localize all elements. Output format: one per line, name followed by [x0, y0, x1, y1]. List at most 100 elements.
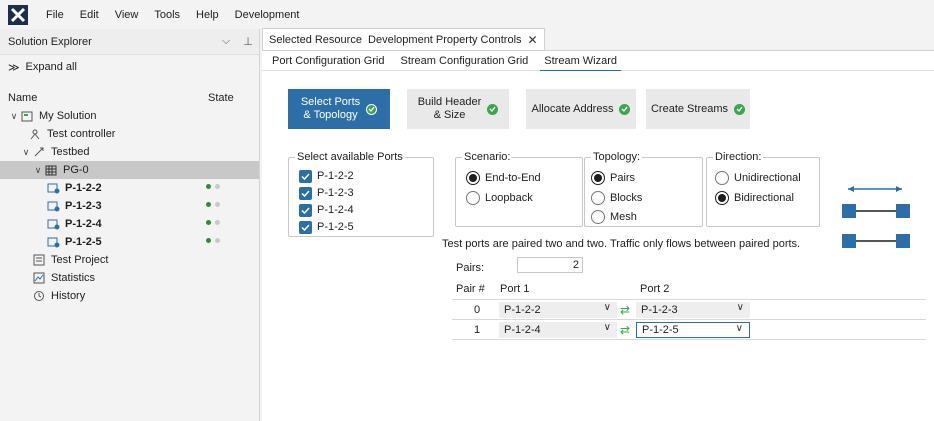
- check-icon: [366, 103, 378, 115]
- available-ports-group: Select available Ports P-1-2-2 P-1-2-3 P…: [288, 151, 434, 237]
- tree-item-label: P-1-2-2: [65, 182, 102, 194]
- tree-item-port[interactable]: P-1-2-3: [0, 197, 259, 215]
- menu-file[interactable]: File: [38, 9, 72, 21]
- state-indicator: [206, 220, 220, 225]
- chevron-down-icon[interactable]: ⌵: [215, 35, 237, 48]
- column-name[interactable]: Name: [8, 92, 208, 104]
- radio-pairs[interactable]: Pairs: [591, 170, 635, 186]
- chevron-down-icon: ∨: [603, 302, 611, 313]
- tab-stream-configuration-grid[interactable]: Stream Configuration Grid: [395, 51, 535, 71]
- tab-stream-wizard[interactable]: Stream Wizard: [538, 51, 623, 72]
- menu-bar: File Edit View Tools Help Development: [0, 0, 934, 29]
- column-state[interactable]: State: [208, 92, 234, 104]
- app-window: File Edit View Tools Help Development So…: [0, 0, 934, 421]
- chevron-down-icon[interactable]: ∨: [20, 147, 32, 158]
- step-create-streams[interactable]: Create Streams: [646, 89, 750, 129]
- chevron-down-icon: ∨: [736, 302, 744, 313]
- port2-select[interactable]: P-1-2-5 ∨: [636, 322, 750, 338]
- port-checkbox[interactable]: P-1-2-2: [299, 168, 354, 184]
- port-icon: [46, 218, 60, 230]
- group-title: Topology:: [591, 151, 643, 163]
- tree-item-label: History: [51, 290, 86, 302]
- step-label: Build Header & Size: [417, 96, 482, 121]
- menu-tools[interactable]: Tools: [146, 9, 188, 21]
- column-pair-number: Pair #: [456, 283, 485, 295]
- port-checkbox[interactable]: P-1-2-4: [299, 202, 354, 218]
- radio-icon: [466, 191, 480, 205]
- tree-item-port[interactable]: P-1-2-5: [0, 233, 259, 251]
- step-build-header-size[interactable]: Build Header & Size: [407, 89, 509, 129]
- tree-item-label: P-1-2-5: [65, 236, 102, 248]
- port-checkbox[interactable]: P-1-2-3: [299, 185, 354, 201]
- pair-index: 1: [474, 324, 481, 336]
- port1-select[interactable]: P-1-2-2 ∨: [499, 302, 617, 318]
- pin-icon[interactable]: ⊥: [237, 35, 259, 48]
- document-tab[interactable]: Selected Resource Development Property C…: [262, 28, 545, 50]
- group-title: Scenario:: [462, 151, 513, 163]
- menu-view[interactable]: View: [107, 9, 147, 21]
- radio-end-to-end[interactable]: End-to-End: [466, 170, 541, 186]
- panel-header: Solution Explorer ⌵ ⊥: [0, 29, 259, 55]
- table-row: 1 P-1-2-4 ∨ ⇄ P-1-2-5 ∨: [452, 321, 926, 340]
- column-port-1: Port 1: [500, 283, 530, 295]
- state-indicator: [206, 184, 220, 189]
- radio-label: Loopback: [485, 192, 533, 204]
- tab-port-configuration-grid[interactable]: Port Configuration Grid: [266, 51, 391, 71]
- radio-blocks[interactable]: Blocks: [591, 190, 642, 206]
- testbed-icon: [32, 146, 46, 158]
- tree-item-statistics[interactable]: Statistics: [0, 269, 259, 287]
- project-icon: [32, 254, 46, 266]
- tree-item-history[interactable]: History: [0, 287, 259, 305]
- menu-edit[interactable]: Edit: [72, 9, 107, 21]
- history-icon: [32, 290, 46, 302]
- expand-all-label: Expand all: [25, 61, 77, 73]
- tree-item-label: Test Project: [51, 254, 109, 266]
- menu-help[interactable]: Help: [188, 9, 227, 21]
- tree-item-port[interactable]: P-1-2-2: [0, 179, 259, 197]
- radio-icon: [591, 191, 605, 205]
- tree-item-label: Testbed: [51, 146, 90, 158]
- port1-select[interactable]: P-1-2-4 ∨: [499, 322, 617, 338]
- radio-selected-icon: [591, 171, 605, 185]
- document-tab-strip: Selected Resource Development Property C…: [262, 28, 934, 51]
- select-value: P-1-2-5: [642, 324, 679, 336]
- radio-mesh[interactable]: Mesh: [591, 209, 637, 225]
- statistics-icon: [32, 272, 46, 284]
- topology-group: Topology: Pairs Blocks Mesh: [584, 151, 703, 227]
- port-label: P-1-2-4: [317, 204, 354, 216]
- chevron-down-icon[interactable]: ∨: [8, 111, 20, 122]
- menu-development[interactable]: Development: [227, 9, 308, 21]
- step-select-ports-topology[interactable]: Select Ports & Topology: [288, 89, 390, 129]
- close-icon[interactable]: ✕: [528, 33, 538, 47]
- swap-icon[interactable]: ⇄: [620, 303, 630, 317]
- checkmark-icon: [299, 220, 312, 234]
- radio-loopback[interactable]: Loopback: [466, 190, 533, 206]
- swap-icon[interactable]: ⇄: [620, 323, 630, 337]
- tree-item-controller[interactable]: Test controller: [0, 125, 259, 143]
- pairs-bidirectional-diagram-icon: [836, 183, 916, 256]
- radio-label: End-to-End: [485, 172, 541, 184]
- radio-label: Bidirectional: [734, 192, 794, 204]
- state-indicator: [206, 238, 220, 243]
- tree-item-solution[interactable]: ∨ My Solution: [0, 107, 259, 125]
- radio-bidirectional[interactable]: Bidirectional: [715, 190, 794, 206]
- app-logo-icon: [8, 4, 28, 25]
- expand-all-button[interactable]: ≫ Expand all: [0, 55, 259, 79]
- port2-select[interactable]: P-1-2-3 ∨: [636, 302, 750, 318]
- checkmark-icon: [299, 186, 312, 200]
- step-allocate-address[interactable]: Allocate Address: [526, 89, 636, 129]
- port-icon: [46, 236, 60, 248]
- tree-item-pg[interactable]: ∨ PG-0: [0, 161, 259, 179]
- tree-item-test-project[interactable]: Test Project: [0, 251, 259, 269]
- port-icon: [46, 200, 60, 212]
- table-row: 0 P-1-2-2 ∨ ⇄ P-1-2-3 ∨: [452, 301, 926, 320]
- chevron-down-icon: ∨: [603, 322, 611, 333]
- pairs-input[interactable]: 2: [517, 257, 583, 273]
- tree-item-port[interactable]: P-1-2-4: [0, 215, 259, 233]
- port-checkbox[interactable]: P-1-2-5: [299, 219, 354, 235]
- radio-unidirectional[interactable]: Unidirectional: [715, 170, 801, 186]
- chevron-down-icon[interactable]: ∨: [32, 165, 44, 176]
- tree-item-testbed[interactable]: ∨ Testbed: [0, 143, 259, 161]
- port-label: P-1-2-3: [317, 187, 354, 199]
- step-label: Select Ports & Topology: [300, 96, 361, 121]
